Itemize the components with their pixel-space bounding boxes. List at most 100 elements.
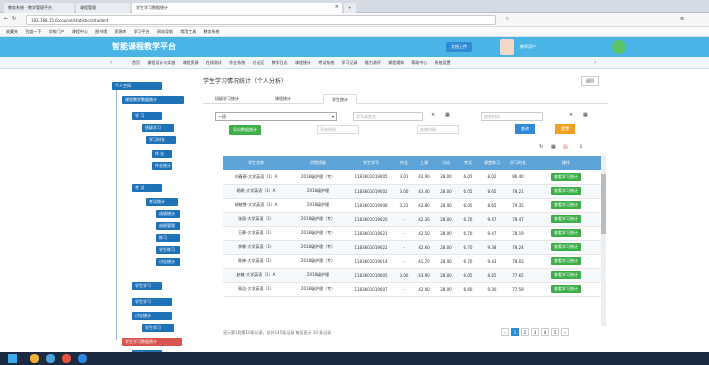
sidebar-item[interactable]: 成绩管理 <box>156 222 180 230</box>
url-input[interactable]: 192.168.15.6/course/statistics/student <box>26 15 496 25</box>
nav-item[interactable]: 首页 <box>132 60 140 66</box>
page-button[interactable]: 4 <box>541 328 549 336</box>
view-stats-button[interactable]: 查看学习统计 <box>551 257 581 265</box>
nav-item[interactable]: 帮助中心 <box>411 60 427 66</box>
table-row[interactable]: 周洁-大学英语（1） 2018级护理（专） 1183601019007-42.00 2… <box>223 282 601 297</box>
column-header[interactable]: 学习时长 <box>505 156 531 170</box>
clear-icon[interactable]: × <box>569 112 573 118</box>
column-header[interactable]: 讨论 <box>435 156 457 170</box>
table-row[interactable]: 赵敏-大学英语（1）A 2018级护理 1183601019005 3.00 43.90… <box>223 268 601 283</box>
bookmark[interactable]: 收藏夹 <box>6 29 18 35</box>
view-stats-button[interactable]: 查看学习统计 <box>551 201 581 209</box>
calendar-icon[interactable]: ▦ <box>583 112 588 118</box>
sidebar-item[interactable]: 作 业 <box>152 150 172 158</box>
app-icon[interactable] <box>78 354 87 363</box>
tab-course-stats[interactable]: 课程统计 <box>267 94 299 104</box>
end-date-input[interactable]: 结束时间 <box>481 112 543 121</box>
date-range-input[interactable]: 结束时间 <box>417 125 459 134</box>
sidebar-item[interactable]: 课程教学数据统计 <box>122 96 184 104</box>
bookmark[interactable]: 百度一下 <box>25 29 41 35</box>
class-select[interactable]: 一班 ▾ <box>215 112 337 121</box>
user-name[interactable]: 教师用户 <box>520 44 536 50</box>
start-date-input[interactable]: 开始时间 <box>317 125 359 134</box>
sidebar-item[interactable]: 学 习 <box>132 112 162 120</box>
nav-item[interactable]: 考试系统 <box>318 60 334 66</box>
view-stats-button[interactable]: 查看学习统计 <box>551 285 581 293</box>
bookmark[interactable]: 教务系统 <box>204 29 220 35</box>
sidebar-item-active[interactable]: 学生学习数据统计 <box>122 338 182 346</box>
upload-button[interactable]: 文档上传 <box>446 42 472 52</box>
table-row[interactable]: 杨帆-大学英语（1）A 2018级护理 1183601019002 3.00 43.40… <box>223 184 601 199</box>
table-row[interactable]: 王静-大学英语（1） 2018级护理（专） 1183601019021-42.50 2… <box>223 226 601 241</box>
table-row[interactable]: 陈婷-大学英语（1） 2018级护理（专） 1183601019014-41.70 2… <box>223 254 601 269</box>
sidebar-item[interactable]: 学生练习 <box>156 246 180 254</box>
sidebar-item[interactable]: 作业统计 <box>152 162 172 170</box>
nav-item[interactable]: 在线测试 <box>206 60 222 66</box>
scrollbar[interactable] <box>601 156 606 326</box>
avatar[interactable] <box>500 39 514 55</box>
refresh-icon[interactable]: ↻ <box>539 144 543 150</box>
sidebar-item[interactable]: 学生学习 <box>132 282 162 290</box>
bookmark[interactable]: 网站导航 <box>157 29 173 35</box>
bookmark[interactable]: 课程中心 <box>72 29 88 35</box>
tab-class-stats[interactable]: 班级学习统计 <box>207 94 247 104</box>
column-header[interactable]: 考试 <box>457 156 479 170</box>
sidebar-item[interactable]: 讨论统计 <box>132 312 172 320</box>
sidebar-item[interactable]: 讨论统计 <box>156 258 180 266</box>
nav-right-icon[interactable]: › <box>594 59 596 66</box>
reset-button[interactable]: 重置 <box>555 124 575 134</box>
app-icon[interactable] <box>30 354 39 363</box>
column-header[interactable]: 学生学号 <box>347 156 395 170</box>
column-header[interactable]: 学院班级 <box>289 156 347 170</box>
nav-item[interactable]: 学习记录 <box>342 60 358 66</box>
table-row[interactable]: 李娜-大学英语（1） 2018级护理（专） 1183601019022-42.60 2… <box>223 240 601 255</box>
columns-icon[interactable]: ▤ <box>563 144 568 150</box>
browser-tab-active[interactable]: 学生学习数据统计 × <box>132 3 342 13</box>
refresh-icon[interactable]: ↻ <box>12 16 16 22</box>
column-header[interactable]: 上课 <box>413 156 435 170</box>
sidebar-item[interactable]: 成绩统计 <box>156 210 180 218</box>
next-page-button[interactable]: › <box>561 328 569 336</box>
bookmark[interactable]: 学习平台 <box>134 29 150 35</box>
back-button[interactable]: 返回 <box>581 76 599 86</box>
menu-icon[interactable]: ≡ <box>680 16 684 22</box>
view-stats-button[interactable]: 查看学习统计 <box>551 187 581 195</box>
nav-item[interactable]: 课程通知 <box>388 60 404 66</box>
nav-item[interactable]: 讨论区 <box>252 60 264 66</box>
grid-icon[interactable]: ▦ <box>551 144 556 150</box>
view-stats-button[interactable]: 查看学习统计 <box>551 229 581 237</box>
app-icon[interactable] <box>46 354 55 363</box>
browser-tab[interactable]: 教务系统 - 教学管理平台 <box>4 3 74 13</box>
bookmark[interactable]: 常用工具 <box>180 29 196 35</box>
page-button[interactable]: 5 <box>551 328 559 336</box>
download-icon[interactable]: ⇩ <box>579 144 583 150</box>
new-tab-button[interactable]: + <box>344 3 356 13</box>
nav-item[interactable]: 课程统计 <box>295 60 311 66</box>
app-icon[interactable] <box>62 354 71 363</box>
view-stats-button[interactable]: 查看学习统计 <box>551 215 581 223</box>
nav-item[interactable]: 课程设计与实施 <box>147 60 175 66</box>
tab-student-stats[interactable]: 学生统计 <box>323 94 357 104</box>
nav-item[interactable]: 课程资源 <box>183 60 199 66</box>
prev-page-button[interactable]: ‹ <box>501 328 509 336</box>
bookmark[interactable]: 学校门户 <box>49 29 65 35</box>
sidebar-item[interactable]: 考 试 <box>132 184 162 192</box>
bookmark[interactable]: 图书馆 <box>95 29 107 35</box>
sidebar-root[interactable]: 个人空间 <box>112 82 162 90</box>
table-row[interactable]: 张丽-大学英语（1） 2018级护理（专） 1183601019020-42.30 2… <box>223 212 601 227</box>
nav-item[interactable]: 教学日志 <box>272 60 288 66</box>
nav-item[interactable]: 能力测评 <box>365 60 381 66</box>
sidebar-item[interactable]: 考试统计 <box>146 198 178 206</box>
view-stats-button[interactable]: 查看学习统计 <box>551 271 581 279</box>
sidebar-item[interactable]: 学生学习 <box>142 324 174 332</box>
clear-icon[interactable]: × <box>431 112 435 118</box>
page-button[interactable]: 1 <box>511 328 519 336</box>
nav-left-icon[interactable]: ‹ <box>110 59 112 66</box>
start-icon[interactable] <box>8 354 17 363</box>
keyword-input[interactable]: 学号或姓名 <box>353 112 423 121</box>
export-button[interactable]: 导出数据统计 <box>229 125 261 135</box>
column-header[interactable]: 课堂练习 <box>479 156 505 170</box>
sidebar-item[interactable]: 班级学习 <box>142 124 174 132</box>
bookmark[interactable]: 资源库 <box>114 29 126 35</box>
sidebar-item[interactable]: 练习 <box>156 234 180 242</box>
